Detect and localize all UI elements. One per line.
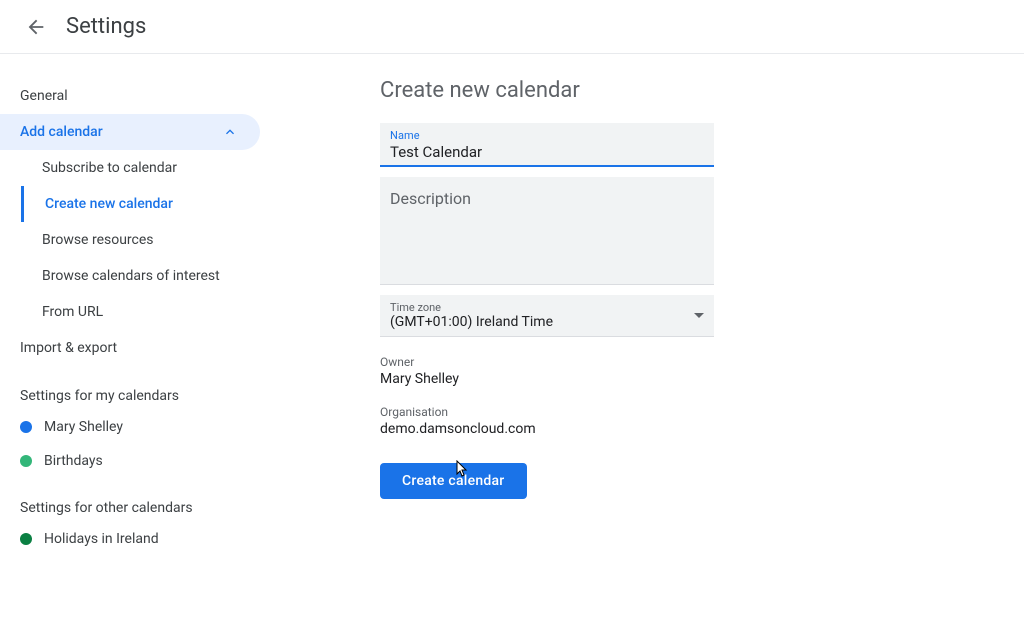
sidebar-subitems: Subscribe to calendar Create new calenda… (22, 150, 260, 330)
app-header: Settings (0, 0, 1024, 54)
section-label-other-calendars: Settings for other calendars (20, 478, 260, 522)
sidebar-subitem-create-new-calendar[interactable]: Create new calendar (21, 186, 260, 222)
sidebar-subitem-subscribe[interactable]: Subscribe to calendar (24, 150, 260, 186)
calendar-dot-icon (20, 455, 32, 467)
name-field-label: Name (390, 129, 704, 142)
back-arrow-icon[interactable] (24, 15, 48, 39)
description-field-label: Description (390, 189, 704, 208)
calendar-item-mary-shelley[interactable]: Mary Shelley (20, 410, 260, 444)
calendar-item-holidays[interactable]: Holidays in Ireland (20, 522, 260, 556)
owner-block: Owner Mary Shelley (380, 355, 1024, 387)
section-label-my-calendars: Settings for my calendars (20, 366, 260, 410)
sidebar-item-general[interactable]: General (20, 78, 260, 114)
timezone-value: (GMT+01:00) Ireland Time (390, 314, 694, 330)
organisation-label: Organisation (380, 405, 1024, 419)
calendar-dot-icon (20, 533, 32, 545)
organisation-block: Organisation demo.damsoncloud.com (380, 405, 1024, 437)
timezone-label: Time zone (390, 301, 694, 314)
sidebar: General Add calendar Subscribe to calend… (0, 78, 260, 556)
owner-label: Owner (380, 355, 1024, 369)
timezone-select[interactable]: Time zone (GMT+01:00) Ireland Time (380, 295, 714, 337)
chevron-down-icon (694, 313, 704, 318)
page-title: Create new calendar (380, 78, 1024, 103)
calendar-item-label: Birthdays (44, 453, 103, 469)
organisation-value: demo.damsoncloud.com (380, 421, 1024, 437)
calendar-item-label: Mary Shelley (44, 419, 123, 435)
name-input[interactable] (390, 143, 704, 161)
timezone-content: Time zone (GMT+01:00) Ireland Time (390, 301, 694, 330)
create-calendar-button[interactable]: Create calendar (380, 463, 527, 499)
sidebar-item-import-export[interactable]: Import & export (20, 330, 260, 366)
sidebar-group-add-calendar[interactable]: Add calendar (0, 114, 260, 150)
calendar-item-label: Holidays in Ireland (44, 531, 159, 547)
owner-value: Mary Shelley (380, 371, 1024, 387)
calendar-dot-icon (20, 421, 32, 433)
header-title: Settings (66, 14, 146, 39)
main-content: Create new calendar Name Description Tim… (260, 78, 1024, 556)
calendar-item-birthdays[interactable]: Birthdays (20, 444, 260, 478)
chevron-up-icon (222, 124, 238, 140)
content: General Add calendar Subscribe to calend… (0, 54, 1024, 556)
sidebar-subitem-browse-interest[interactable]: Browse calendars of interest (24, 258, 260, 294)
sidebar-group-label: Add calendar (20, 124, 103, 140)
name-field-container[interactable]: Name (380, 123, 714, 167)
sidebar-subitem-from-url[interactable]: From URL (24, 294, 260, 330)
description-field-container[interactable]: Description (380, 177, 714, 285)
sidebar-subitem-browse-resources[interactable]: Browse resources (24, 222, 260, 258)
